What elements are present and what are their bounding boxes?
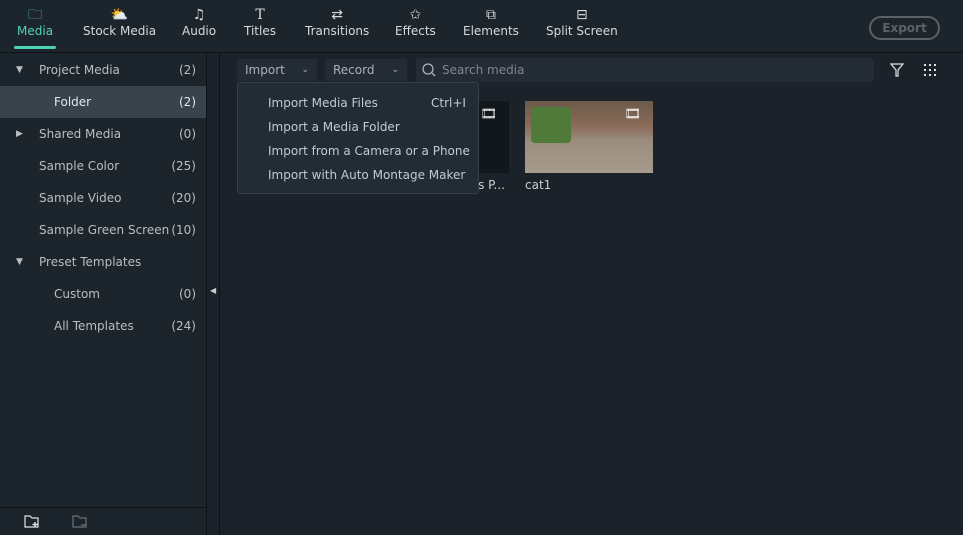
menu-item-import-from-camera[interactable]: Import from a Camera or a Phone [268, 144, 470, 158]
tab-stock-media[interactable]: ⛅ Stock Media [83, 6, 156, 38]
sidebar-item-label: Project Media [39, 63, 120, 77]
new-folder-icon[interactable] [24, 513, 40, 529]
sidebar-item-sample-color[interactable]: Sample Color (25) [0, 150, 206, 182]
sidebar-item-sample-green-screen[interactable]: Sample Green Screen (10) [0, 214, 206, 246]
item-count: (10) [171, 223, 196, 237]
sidebar-footer [0, 507, 206, 535]
chevron-down-icon: ⌄ [391, 65, 399, 75]
transition-icon: ⇄ [331, 7, 344, 23]
sidebar-item-label: Folder [54, 95, 92, 109]
collapse-arrow-icon[interactable]: ▼ [16, 246, 23, 278]
item-count: (0) [179, 127, 196, 141]
tab-split-screen[interactable]: ⊟ Split Screen [546, 6, 618, 38]
tab-media[interactable]: 🗀 Media [13, 6, 57, 49]
import-dropdown-menu: Import Media Files Ctrl+I Import a Media … [237, 82, 479, 194]
collapse-arrow-icon[interactable]: ▼ [16, 54, 23, 86]
sidebar-item-all-templates[interactable]: All Templates (24) [0, 310, 206, 342]
music-note-icon: ♫ [192, 7, 206, 23]
import-dropdown[interactable]: Import ⌄ [237, 59, 317, 81]
record-dropdown[interactable]: Record ⌄ [325, 59, 407, 81]
video-clip-icon: 🎞 [624, 107, 641, 122]
text-t-icon: T [255, 7, 265, 23]
folder-icon: 🗀 [28, 7, 43, 23]
sidebar-item-label: Custom [54, 287, 100, 301]
item-count: (2) [179, 63, 196, 77]
item-count: (2) [179, 95, 196, 109]
media-thumbnail-cat1[interactable]: 🎞 [525, 101, 653, 173]
collapse-panel-icon[interactable]: ◀ [210, 286, 216, 295]
sidebar-item-folder[interactable]: Folder (2) [0, 86, 206, 118]
sidebar-item-label: Sample Video [39, 191, 122, 205]
tab-titles[interactable]: T Titles [244, 6, 276, 38]
sidebar-item-custom[interactable]: Custom (0) [0, 278, 206, 310]
split-screen-icon: ⊟ [575, 7, 588, 23]
tab-transitions[interactable]: ⇄ Transitions [305, 6, 369, 38]
video-clip-icon: 🎞 [480, 107, 497, 122]
media-label: cat1 [525, 178, 552, 192]
tab-elements[interactable]: ⧉ Elements [463, 6, 519, 38]
search-icon [422, 63, 436, 77]
menu-item-auto-montage[interactable]: Import with Auto Montage Maker [268, 168, 465, 182]
delete-folder-icon[interactable] [72, 513, 88, 529]
layers-icon: ⧉ [485, 7, 496, 23]
sidebar-item-label: All Templates [54, 319, 134, 333]
sidebar-item-label: Preset Templates [39, 255, 142, 269]
filter-icon[interactable] [890, 63, 904, 77]
menu-item-import-media-files[interactable]: Import Media Files Ctrl+I [268, 96, 466, 110]
sidebar-item-label: Sample Color [39, 159, 120, 173]
sidebar-item-sample-video[interactable]: Sample Video (20) [0, 182, 206, 214]
export-button[interactable]: Export [869, 16, 940, 40]
panel-splitter[interactable]: ◀ [206, 54, 220, 535]
cloud-folder-icon: ⛅ [110, 7, 129, 23]
item-count: (20) [171, 191, 196, 205]
item-count: (0) [179, 287, 196, 301]
shortcut-label: Ctrl+I [431, 96, 466, 110]
chevron-down-icon: ⌄ [301, 65, 309, 75]
sidebar: ▼ Project Media (2) Folder (2) ▶ Shared Medi… [0, 54, 206, 535]
sidebar-item-preset-templates[interactable]: ▼ Preset Templates [0, 246, 206, 278]
sidebar-item-label: Sample Green Screen [39, 223, 170, 237]
thumbnail-image [531, 107, 571, 143]
item-count: (24) [171, 319, 196, 333]
sidebar-item-shared-media[interactable]: ▶ Shared Media (0) [0, 118, 206, 150]
sidebar-item-label: Shared Media [39, 127, 122, 141]
search-input[interactable]: Search media [416, 58, 874, 82]
tab-effects[interactable]: ✩ Effects [395, 6, 436, 38]
menu-item-import-media-folder[interactable]: Import a Media Folder [268, 120, 400, 134]
magic-star-icon: ✩ [409, 7, 422, 23]
grid-view-icon[interactable] [924, 64, 937, 77]
top-toolbar: 🗀 Media ⛅ Stock Media ♫ Audio T Titles ⇄ Tran… [0, 0, 963, 53]
item-count: (25) [171, 159, 196, 173]
expand-arrow-icon[interactable]: ▶ [16, 118, 23, 150]
tab-audio[interactable]: ♫ Audio [182, 6, 216, 38]
sidebar-item-project-media[interactable]: ▼ Project Media (2) [0, 54, 206, 86]
